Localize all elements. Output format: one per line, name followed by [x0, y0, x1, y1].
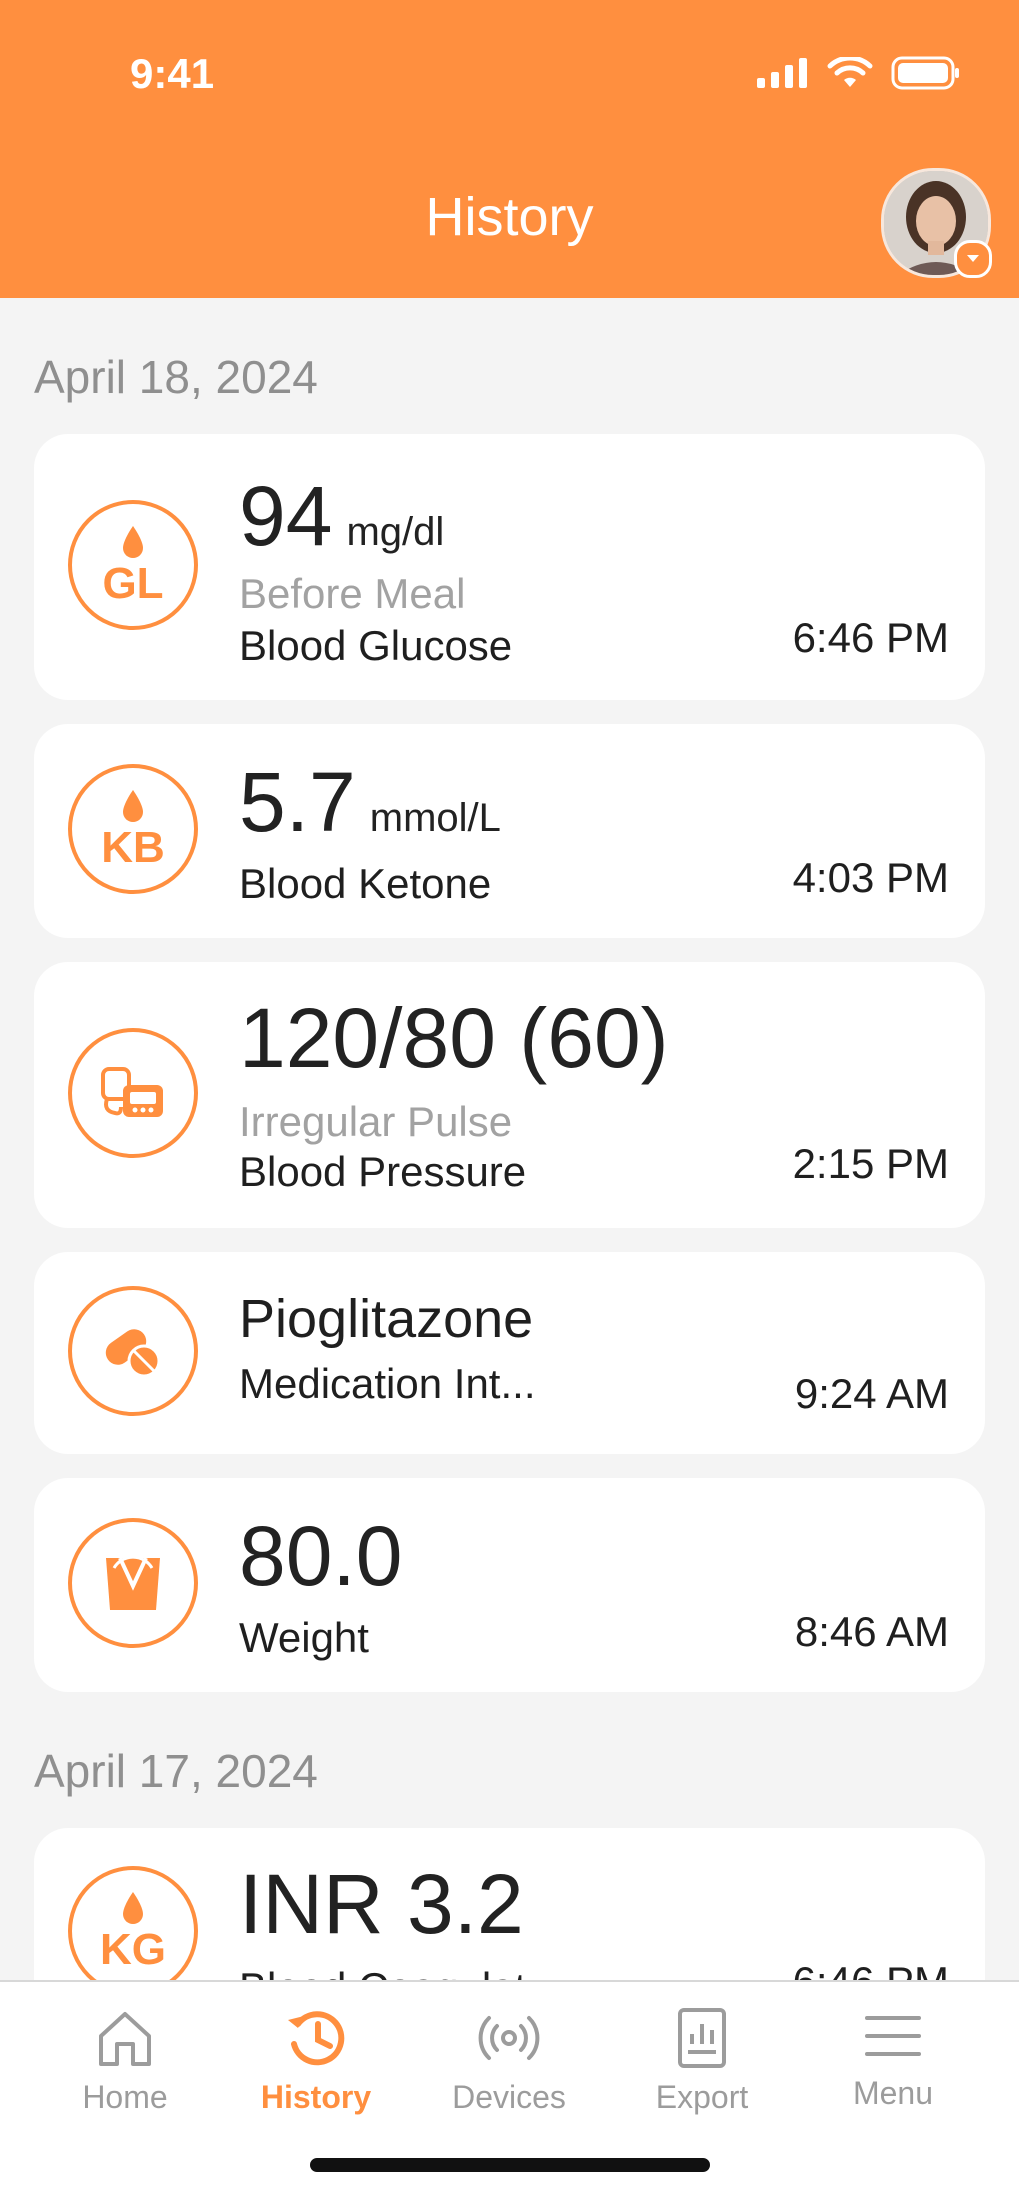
export-icon — [678, 2008, 726, 2068]
entry-time: 4:03 PM — [792, 854, 949, 901]
entry-label: Blood Glucose — [239, 622, 513, 669]
devices-icon — [478, 2016, 540, 2060]
history-entry-blood-glucose[interactable]: GL 94 mg/dl Before Meal Blood Glucose 6:4… — [34, 434, 985, 700]
entry-time: 9:24 AM — [794, 1370, 949, 1417]
blood-ketone-icon: KB — [68, 764, 198, 894]
wifi-icon — [827, 57, 873, 87]
entry-time: 8:46 AM — [794, 1608, 949, 1655]
history-icon — [288, 2011, 345, 2066]
history-entry-medication[interactable]: Pioglitazone Medication Int... 9:24 AM — [34, 1252, 985, 1454]
history-entry-weight[interactable]: 80.0 Weight 8:46 AM — [34, 1478, 985, 1692]
entry-label: Blood Ketone — [239, 860, 492, 907]
entry-value: 94 mg/dl — [239, 469, 445, 563]
status-time: 9:41 — [130, 50, 215, 97]
entry-time: 2:15 PM — [792, 1140, 949, 1187]
page-title: History — [425, 187, 594, 247]
entry-value: Pioglitazone — [239, 1289, 534, 1349]
avatar-dropdown-icon[interactable] — [954, 240, 992, 278]
entry-value: 120/80 (60) — [239, 991, 669, 1085]
entry-note: Irregular Pulse — [239, 1098, 513, 1145]
blood-coagulation-icon: KG — [68, 1866, 198, 1996]
tab-export[interactable]: Export — [617, 2006, 787, 2116]
header-bar: 9:41 History — [0, 0, 1019, 298]
entry-value: INR 3.2 — [239, 1857, 524, 1951]
entry-label: Medication Int... — [239, 1360, 536, 1407]
section-date: April 18, 2024 — [34, 351, 318, 403]
tab-menu[interactable]: Menu — [808, 2006, 978, 2112]
entry-time: 6:46 PM — [792, 614, 949, 661]
tab-devices[interactable]: Devices — [424, 2006, 594, 2116]
history-entry-blood-ketone[interactable]: KB 5.7 mmol/L Blood Ketone 4:03 PM — [34, 724, 985, 938]
history-entry-blood-pressure[interactable]: 120/80 (60) Irregular Pulse Blood Pressu… — [34, 962, 985, 1228]
tab-home[interactable]: Home — [40, 2006, 210, 2116]
home-icon — [99, 2012, 151, 2066]
pill-icon — [68, 1286, 198, 1416]
signal-icon — [757, 58, 807, 88]
blood-glucose-icon: GL — [68, 500, 198, 630]
entry-value: 80.0 — [239, 1509, 403, 1603]
entry-label: Weight — [239, 1614, 369, 1661]
entry-label: Blood Pressure — [239, 1148, 527, 1195]
scale-icon — [68, 1518, 198, 1648]
battery-icon — [891, 56, 959, 90]
menu-icon — [865, 2016, 921, 2056]
tab-history[interactable]: History — [231, 2006, 401, 2116]
entry-value: 5.7 mmol/L — [239, 755, 501, 849]
entry-note: Before Meal — [239, 570, 466, 617]
home-indicator[interactable] — [310, 2158, 710, 2172]
section-date: April 17, 2024 — [34, 1745, 318, 1797]
blood-pressure-icon — [68, 1028, 198, 1158]
status-icons — [757, 56, 961, 90]
